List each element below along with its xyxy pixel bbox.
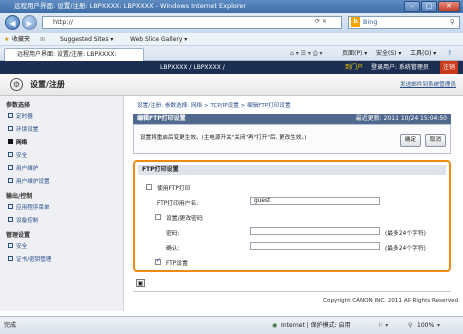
protected-mode-icon[interactable]: ⚐ ▾ bbox=[378, 317, 388, 334]
use-ftp-checkbox[interactable] bbox=[146, 184, 152, 190]
refresh-icon[interactable]: ⟳ ✕ bbox=[315, 18, 327, 25]
sidebar-item-timer[interactable]: 定时器 bbox=[8, 112, 33, 120]
maximize-button[interactable]: □ bbox=[421, 1, 437, 12]
cancel-button[interactable]: 取消 bbox=[425, 134, 446, 147]
password-input[interactable] bbox=[250, 227, 380, 235]
ftp-setting-checkbox[interactable] bbox=[155, 257, 161, 265]
status-text: 完成 bbox=[4, 322, 17, 329]
sidebar-item-user-maintenance[interactable]: 用户维护 bbox=[7, 164, 38, 172]
search-icon[interactable]: ⚲ bbox=[450, 18, 455, 26]
add-favorite-icon[interactable]: ⊞ bbox=[40, 33, 45, 46]
sidebar-item-environment[interactable]: 环境设置 bbox=[7, 125, 38, 133]
sidebar-item-security[interactable]: 安全 bbox=[7, 151, 27, 159]
password-label: 密码: bbox=[166, 231, 180, 237]
search-placeholder: Bing bbox=[363, 18, 378, 26]
set-password-label: 设置/更改密码 bbox=[166, 216, 203, 222]
username-value: guest bbox=[254, 198, 271, 204]
favorites-button[interactable]: 收藏夹 bbox=[12, 33, 30, 46]
page-header: ⚙ 设置/注册 发送邮件到系统管理员 bbox=[0, 74, 463, 96]
sidebar-item-user-maintenance-settings[interactable]: 用户维护设置 bbox=[8, 177, 50, 185]
section-title: 编辑FTP打印设置 bbox=[137, 115, 186, 122]
mail-admin-link[interactable]: 发送邮件到系统管理员 bbox=[400, 80, 456, 88]
sidebar: 参数选择 定时器 环境设置 网络 安全 用户维护 用户维护设置 输出/控制 应用… bbox=[0, 96, 124, 311]
last-updated: 最近更新: 2011 10/24 15:04:50 bbox=[355, 115, 447, 122]
home-icon[interactable]: ⌂ ▾ ☰ ▾ ⎙ ▾ bbox=[290, 46, 323, 61]
breadcrumb[interactable]: 设置/注册: 参数选择: 网络 > TCP/IP设置 > 编辑FTP打印设置 bbox=[137, 101, 291, 109]
internet-zone-icon: ◉ bbox=[272, 322, 278, 329]
address-bar[interactable]: http:// bbox=[42, 16, 342, 29]
divider bbox=[133, 291, 451, 292]
close-button[interactable]: ✕ bbox=[438, 1, 460, 12]
sidebar-section-preferences: 参数选择 bbox=[6, 102, 31, 109]
zoom-dropdown-icon[interactable]: ▾ bbox=[437, 317, 440, 334]
logout-button[interactable]: 注销 bbox=[440, 61, 459, 74]
sidebar-item-app-menu[interactable]: 应用程序菜单 bbox=[8, 203, 50, 211]
window-title: 远程用户界面: 设置/注册: LBPXXXX: LBPXXXX - Window… bbox=[14, 2, 247, 10]
page-menu[interactable]: 页面(P) ▾ bbox=[342, 46, 367, 61]
sidebar-section-output: 输出/控制 bbox=[6, 193, 33, 200]
sidebar-item-network[interactable]: 网络 bbox=[7, 138, 27, 146]
zone-text: Internet | 保护模式: 启用 bbox=[281, 322, 351, 329]
zoom-level[interactable]: 100% bbox=[417, 317, 434, 334]
tab-remote-ui[interactable]: 远程用户界面: 设置/注册: LBPXXXX: LBPXXXX bbox=[4, 48, 144, 70]
suggested-sites-link[interactable]: Suggested Sites ▾ bbox=[60, 33, 113, 46]
back-button[interactable]: ◀ bbox=[5, 15, 20, 30]
confirm-label: 确认: bbox=[166, 246, 180, 252]
safety-menu[interactable]: 安全(S) ▾ bbox=[376, 46, 401, 61]
sidebar-item-device-control[interactable]: 设备控制 bbox=[7, 216, 38, 224]
confirm-password-input[interactable] bbox=[250, 242, 380, 250]
ftp-settings-box: FTP打印设置 使用FTP打印 FTP打印用户名: guest 设置/更改密码 … bbox=[133, 160, 451, 272]
password-hint: (最多24个字符) bbox=[385, 231, 426, 237]
star-icon: ★ bbox=[4, 36, 10, 43]
collapse-toggle-icon[interactable]: ▣ bbox=[136, 279, 145, 287]
help-icon[interactable]: ? bbox=[448, 46, 451, 61]
forward-button[interactable]: ▶ bbox=[22, 15, 37, 30]
ok-button[interactable]: 确定 bbox=[400, 134, 421, 147]
search-input[interactable]: Bing bbox=[348, 16, 460, 29]
use-ftp-label: 使用FTP打印 bbox=[157, 186, 191, 192]
device-model: LBPXXXX / LBPXXXX / bbox=[160, 64, 225, 71]
sidebar-item-mgmt-security[interactable]: 安全 bbox=[7, 242, 27, 250]
favorites-bar: ★ 收藏夹 ⊞ Suggested Sites ▾ Web Slice Gall… bbox=[0, 33, 463, 46]
username-input[interactable]: guest bbox=[250, 197, 380, 205]
sidebar-section-management: 管理设置 bbox=[6, 232, 31, 239]
page-title: 设置/注册 bbox=[30, 80, 65, 89]
window-controls: – □ ✕ bbox=[404, 1, 460, 12]
username-label: FTP打印用户名: bbox=[157, 201, 199, 207]
status-bar: 完成 ◉ Internet | 保护模式: 启用 ⚐ ▾ ⚲ 100% ▾ bbox=[0, 316, 463, 334]
portal-link[interactable]: 到门户 bbox=[345, 61, 363, 74]
section-header: 编辑FTP打印设置 最近更新: 2011 10/24 15:04:50 bbox=[133, 114, 451, 124]
sidebar-item-cert-key[interactable]: 证书/密钥管理 bbox=[7, 255, 51, 263]
restart-notice: 设置将重启后变更生效。(主电源开关"关闭"再"打开"后, 更改生效。) bbox=[140, 135, 307, 141]
address-text: http:// bbox=[53, 18, 73, 26]
ftp-header: FTP打印设置 bbox=[138, 165, 446, 175]
ftp-setting-label: FTP设置 bbox=[166, 261, 188, 267]
zoom-icon[interactable]: ⚲ bbox=[408, 317, 412, 334]
bing-icon: b bbox=[351, 17, 360, 27]
device-bar: LBPXXXX / LBPXXXX / 到门户 登录用户: 系统管理员 注销 bbox=[0, 61, 463, 74]
copyright: Copyright CANON INC. 2011 All Rights Res… bbox=[323, 298, 458, 304]
web-slice-gallery-link[interactable]: Web Slice Gallery ▾ bbox=[130, 33, 187, 46]
window-title-bar: 远程用户界面: 设置/注册: LBPXXXX: LBPXXXX - Window… bbox=[0, 0, 463, 13]
set-password-checkbox[interactable] bbox=[155, 214, 161, 220]
login-user: 登录用户: 系统管理员 bbox=[371, 64, 429, 71]
notice-box: 设置将重启后变更生效。(主电源开关"关闭"再"打开"后, 更改生效。) 确定 取… bbox=[133, 124, 451, 154]
confirm-hint: (最多24个字符) bbox=[385, 246, 426, 252]
settings-gear-icon: ⚙ bbox=[10, 78, 23, 91]
minimize-button[interactable]: – bbox=[404, 1, 420, 12]
tools-menu[interactable]: 工具(O) ▾ bbox=[410, 46, 436, 61]
